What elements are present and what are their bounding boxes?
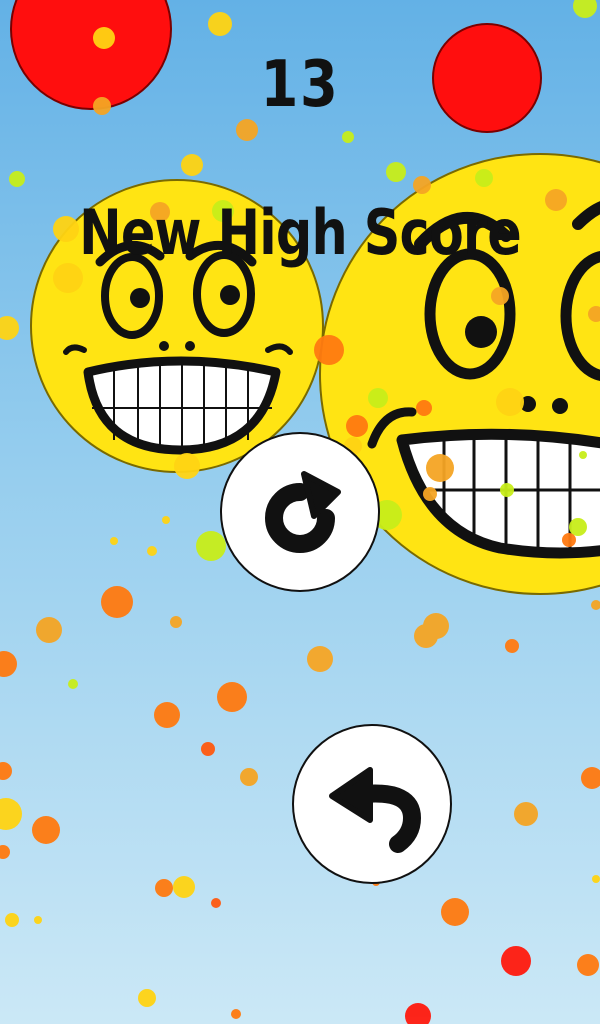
- score-display: 13: [260, 48, 340, 122]
- back-button[interactable]: [292, 724, 452, 884]
- restart-icon: [265, 471, 341, 553]
- undo-arrow-icon: [329, 767, 422, 853]
- new-high-score-label: New High Score: [79, 196, 522, 269]
- restart-button[interactable]: [220, 432, 380, 592]
- game-stage: 13 New High Score: [0, 0, 600, 1024]
